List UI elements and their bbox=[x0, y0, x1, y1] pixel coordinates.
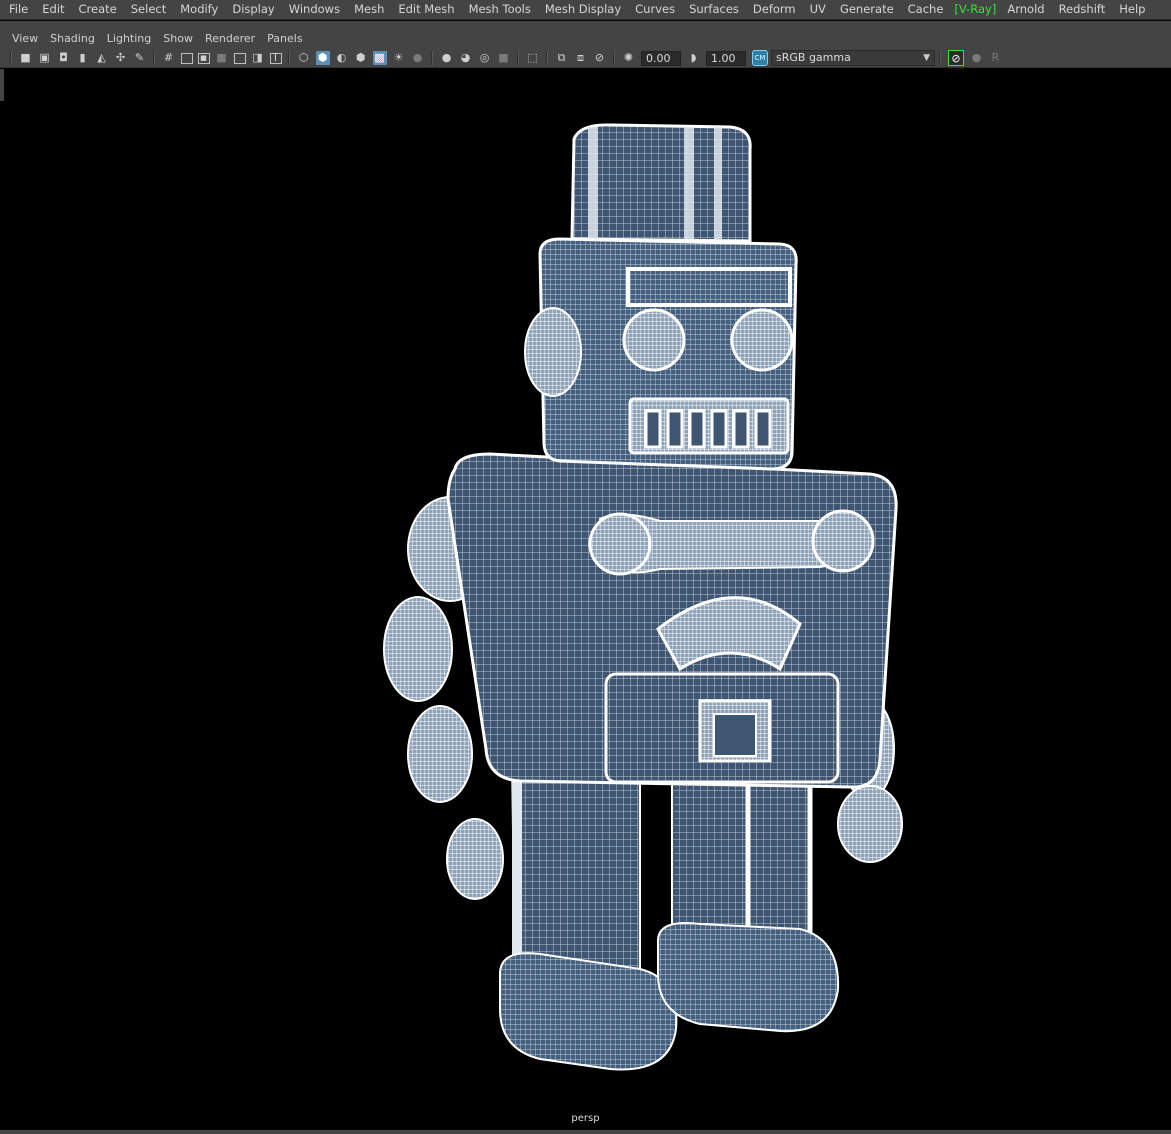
menu-arnold[interactable]: Arnold bbox=[1000, 0, 1051, 20]
toolbar-separator bbox=[546, 51, 548, 65]
main-menubar: File Edit Create Select Modify Display W… bbox=[0, 0, 1171, 20]
wireframe-on-shaded-icon[interactable]: ⬢ bbox=[354, 51, 368, 65]
vray-bracket-close: ] bbox=[991, 1, 997, 16]
vray-ipr-toggle-icon[interactable]: ⊘ bbox=[948, 50, 964, 66]
xray-icon[interactable]: ▩ bbox=[372, 51, 387, 65]
toolbar-separator bbox=[153, 51, 155, 65]
gamma-icon[interactable]: ◗ bbox=[687, 51, 701, 65]
menu-surfaces[interactable]: Surfaces bbox=[682, 0, 746, 20]
menu-display[interactable]: Display bbox=[225, 0, 281, 20]
menu-redshift[interactable]: Redshift bbox=[1052, 0, 1113, 20]
view-transform-value: sRGB gamma bbox=[776, 51, 851, 64]
toolbar-separator bbox=[431, 51, 433, 65]
robot-hat bbox=[570, 123, 752, 243]
menu-mesh-display[interactable]: Mesh Display bbox=[538, 0, 628, 20]
menu-file[interactable]: File bbox=[2, 0, 35, 20]
viewport-left-edge bbox=[0, 69, 4, 101]
bookmark-icon[interactable]: ▮ bbox=[76, 51, 90, 65]
menu-edit[interactable]: Edit bbox=[35, 0, 71, 20]
panel-menu-show[interactable]: Show bbox=[157, 32, 199, 45]
color-management-icon[interactable]: CM bbox=[752, 50, 768, 66]
panel-menu-renderer[interactable]: Renderer bbox=[199, 32, 261, 45]
panel-menubar: View Shading Lighting Show Renderer Pane… bbox=[6, 29, 309, 47]
field-chart-icon[interactable] bbox=[233, 52, 246, 64]
redshift-ipr-icon[interactable]: R bbox=[989, 51, 1003, 65]
gate-mask-icon[interactable]: ■ bbox=[215, 51, 229, 65]
panel-menu-view[interactable]: View bbox=[6, 32, 44, 45]
two-d-pan-zoom-icon[interactable]: ✣ bbox=[114, 51, 128, 65]
toolbar-separator bbox=[613, 51, 615, 65]
perspective-viewport[interactable]: persp bbox=[0, 69, 1171, 1130]
robot-wireframe-model bbox=[383, 123, 903, 1071]
film-gate-icon[interactable] bbox=[180, 52, 193, 64]
toolbar-separator bbox=[517, 51, 519, 65]
xray-active-components-icon[interactable]: ⧈ bbox=[574, 51, 588, 65]
menu-select[interactable]: Select bbox=[124, 0, 173, 20]
menu-windows[interactable]: Windows bbox=[282, 0, 347, 20]
viewport-panel-header: View Shading Lighting Show Renderer Pane… bbox=[0, 21, 1171, 68]
viewport-bottom-border bbox=[0, 1130, 1171, 1134]
anti-aliasing-icon[interactable]: ◎ bbox=[478, 51, 492, 65]
resolution-gate-icon[interactable]: ▪ bbox=[197, 51, 210, 64]
panel-toolbar: ■ ▣ ◘ ▮ ◭ ✣ ✎ # ▪ ■ ◨ T ⬡ ⬢ ◐ ⬢ ▩ ☀ ● ● … bbox=[6, 49, 1166, 67]
toolbar-separator bbox=[939, 51, 941, 65]
gamma-field[interactable] bbox=[706, 50, 746, 66]
screen-space-ao-icon[interactable]: ● bbox=[440, 51, 454, 65]
menu-vray-label: V-Ray bbox=[958, 1, 992, 16]
wireframe-icon[interactable]: ⬡ bbox=[297, 51, 311, 65]
menu-create[interactable]: Create bbox=[72, 0, 124, 20]
render-region-icon[interactable]: ● bbox=[970, 51, 984, 65]
panel-menu-shading[interactable]: Shading bbox=[44, 32, 101, 45]
motion-blur-icon[interactable]: ◕ bbox=[459, 51, 473, 65]
camera-attributes-icon[interactable]: ▣ bbox=[38, 51, 52, 65]
image-plane-icon[interactable]: ◭ bbox=[95, 51, 109, 65]
menu-generate[interactable]: Generate bbox=[833, 0, 901, 20]
select-camera-icon[interactable]: ■ bbox=[19, 51, 33, 65]
toolbar-separator bbox=[288, 51, 290, 65]
menu-help[interactable]: Help bbox=[1112, 0, 1152, 20]
xray-joints-icon[interactable]: ⧉ bbox=[555, 51, 569, 65]
menu-curves[interactable]: Curves bbox=[628, 0, 682, 20]
panel-menu-lighting[interactable]: Lighting bbox=[101, 32, 157, 45]
menu-mesh[interactable]: Mesh bbox=[347, 0, 391, 20]
exposure-field[interactable] bbox=[641, 50, 681, 66]
robot-head bbox=[524, 237, 798, 471]
menu-uv[interactable]: UV bbox=[803, 0, 833, 20]
shadows-icon[interactable]: ● bbox=[411, 51, 425, 65]
safe-action-icon[interactable]: ◨ bbox=[251, 51, 265, 65]
chevron-down-icon: ▼ bbox=[923, 53, 930, 63]
grid-icon[interactable]: # bbox=[162, 51, 176, 65]
menu-cache[interactable]: Cache bbox=[901, 0, 951, 20]
panel-menu-panels[interactable]: Panels bbox=[261, 32, 308, 45]
grease-pencil-icon[interactable]: ✎ bbox=[133, 51, 147, 65]
robot-torso bbox=[446, 452, 898, 789]
view-transform-select[interactable]: sRGB gamma ▼ bbox=[771, 50, 935, 66]
menu-vray[interactable]: [V-Ray] bbox=[950, 0, 1000, 20]
bookmarks-icon[interactable]: ◘ bbox=[57, 51, 71, 65]
backface-culling-icon[interactable]: ⊘ bbox=[593, 51, 607, 65]
camera-name-label: persp bbox=[571, 1113, 600, 1124]
depth-of-field-icon[interactable]: ■ bbox=[497, 51, 511, 65]
menu-edit-mesh[interactable]: Edit Mesh bbox=[391, 0, 461, 20]
menu-mesh-tools[interactable]: Mesh Tools bbox=[462, 0, 538, 20]
menu-modify[interactable]: Modify bbox=[173, 0, 225, 20]
use-all-lights-icon[interactable]: ☀ bbox=[392, 51, 406, 65]
toolbar-separator bbox=[10, 51, 12, 65]
isolate-select-icon[interactable]: ⬚ bbox=[526, 51, 540, 65]
menu-deform[interactable]: Deform bbox=[746, 0, 803, 20]
default-material-icon[interactable]: ◐ bbox=[335, 51, 349, 65]
smooth-shade-icon[interactable]: ⬢ bbox=[315, 51, 330, 65]
exposure-icon[interactable]: ✺ bbox=[622, 51, 636, 65]
safe-title-icon[interactable]: T bbox=[269, 51, 282, 64]
